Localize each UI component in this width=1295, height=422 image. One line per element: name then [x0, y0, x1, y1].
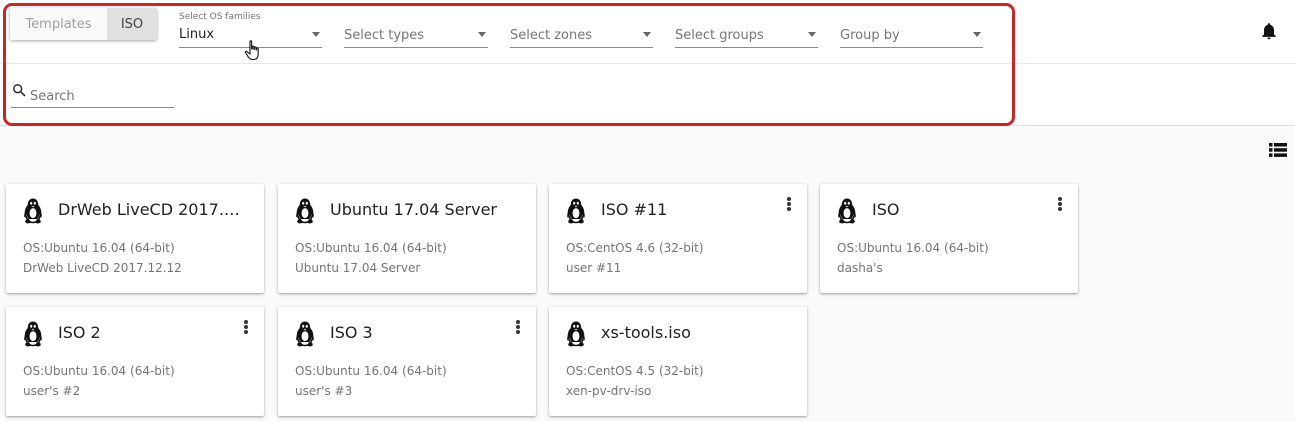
search-icon [13, 84, 26, 97]
card-title: ISO [872, 200, 900, 219]
types-select[interactable]: Select types [344, 10, 488, 48]
iso-card[interactable]: xs-tools.iso OS:CentOS 4.5 (32-bit) xen-pv… [549, 307, 807, 416]
groups-placeholder: Select groups [675, 28, 764, 43]
card-description: user's #3 [295, 384, 353, 398]
linux-tux-icon [565, 197, 587, 224]
linux-tux-icon [565, 320, 587, 347]
more-vert-icon[interactable] [1056, 195, 1064, 213]
linux-tux-icon [836, 197, 858, 224]
card-os-type: OS:Ubuntu 16.04 (64-bit) [23, 241, 175, 255]
search-box [11, 80, 174, 108]
card-description: user #11 [566, 261, 622, 275]
iso-card[interactable]: Ubuntu 17.04 Server OS:Ubuntu 16.04 (64-b… [278, 184, 536, 293]
dropdown-arrow-icon [973, 32, 981, 37]
card-description: dasha's [837, 261, 883, 275]
card-os-type: OS:Ubuntu 16.04 (64-bit) [295, 364, 447, 378]
card-description: xen-pv-drv-iso [566, 384, 652, 398]
card-description: DrWeb LiveCD 2017.12.12 [23, 261, 182, 275]
card-title: Ubuntu 17.04 Server [330, 200, 498, 219]
card-os-type: OS:Ubuntu 16.04 (64-bit) [295, 241, 447, 255]
view-type-toggle: Templates ISO [10, 8, 157, 40]
card-os-type: OS:CentOS 4.5 (32-bit) [566, 364, 704, 378]
card-title: xs-tools.iso [601, 323, 691, 342]
iso-card[interactable]: ISO #11 OS:CentOS 4.6 (32-bit) user #11 [549, 184, 807, 293]
card-title: ISO 2 [58, 323, 101, 342]
more-vert-icon[interactable] [514, 318, 522, 336]
iso-card[interactable]: DrWeb LiveCD 2017.1… OS:Ubuntu 16.04 (64-… [6, 184, 264, 293]
dropdown-arrow-icon [478, 32, 486, 37]
list-view-icon[interactable] [1269, 142, 1287, 158]
os-families-label: Select OS families [179, 12, 261, 22]
dropdown-arrow-icon [312, 32, 320, 37]
groups-select[interactable]: Select groups [675, 10, 818, 48]
dropdown-arrow-icon [643, 32, 651, 37]
filter-toolbar: Templates ISO Select OS families Linux S… [0, 0, 1295, 126]
group-by-select[interactable]: Group by [840, 10, 983, 48]
card-title: ISO 3 [330, 323, 373, 342]
card-description: Ubuntu 17.04 Server [295, 261, 421, 275]
linux-tux-icon [22, 197, 44, 224]
iso-card[interactable]: ISO 2 OS:Ubuntu 16.04 (64-bit) user's #2 [6, 307, 264, 416]
toolbar-divider [0, 63, 1295, 64]
card-os-type: OS:Ubuntu 16.04 (64-bit) [837, 241, 989, 255]
card-os-type: OS:CentOS 4.6 (32-bit) [566, 241, 704, 255]
hand-cursor-icon [244, 40, 259, 61]
group-by-placeholder: Group by [840, 28, 900, 43]
templates-toggle-button[interactable]: Templates [10, 8, 107, 40]
card-title: DrWeb LiveCD 2017.1… [58, 200, 248, 219]
os-families-value: Linux [179, 27, 215, 42]
linux-tux-icon [294, 197, 316, 224]
linux-tux-icon [22, 320, 44, 347]
card-title: ISO #11 [601, 200, 668, 219]
iso-card[interactable]: ISO 3 OS:Ubuntu 16.04 (64-bit) user's #3 [278, 307, 536, 416]
bell-icon[interactable] [1259, 20, 1279, 42]
dropdown-arrow-icon [808, 32, 816, 37]
more-vert-icon[interactable] [785, 195, 793, 213]
zones-select[interactable]: Select zones [510, 10, 653, 48]
search-input[interactable] [30, 87, 170, 105]
linux-tux-icon [294, 320, 316, 347]
more-vert-icon[interactable] [242, 318, 250, 336]
types-placeholder: Select types [344, 28, 425, 43]
iso-card[interactable]: ISO OS:Ubuntu 16.04 (64-bit) dasha's [820, 184, 1078, 293]
iso-toggle-button[interactable]: ISO [107, 8, 157, 40]
card-os-type: OS:Ubuntu 16.04 (64-bit) [23, 364, 175, 378]
card-description: user's #2 [23, 384, 81, 398]
zones-placeholder: Select zones [510, 28, 593, 43]
